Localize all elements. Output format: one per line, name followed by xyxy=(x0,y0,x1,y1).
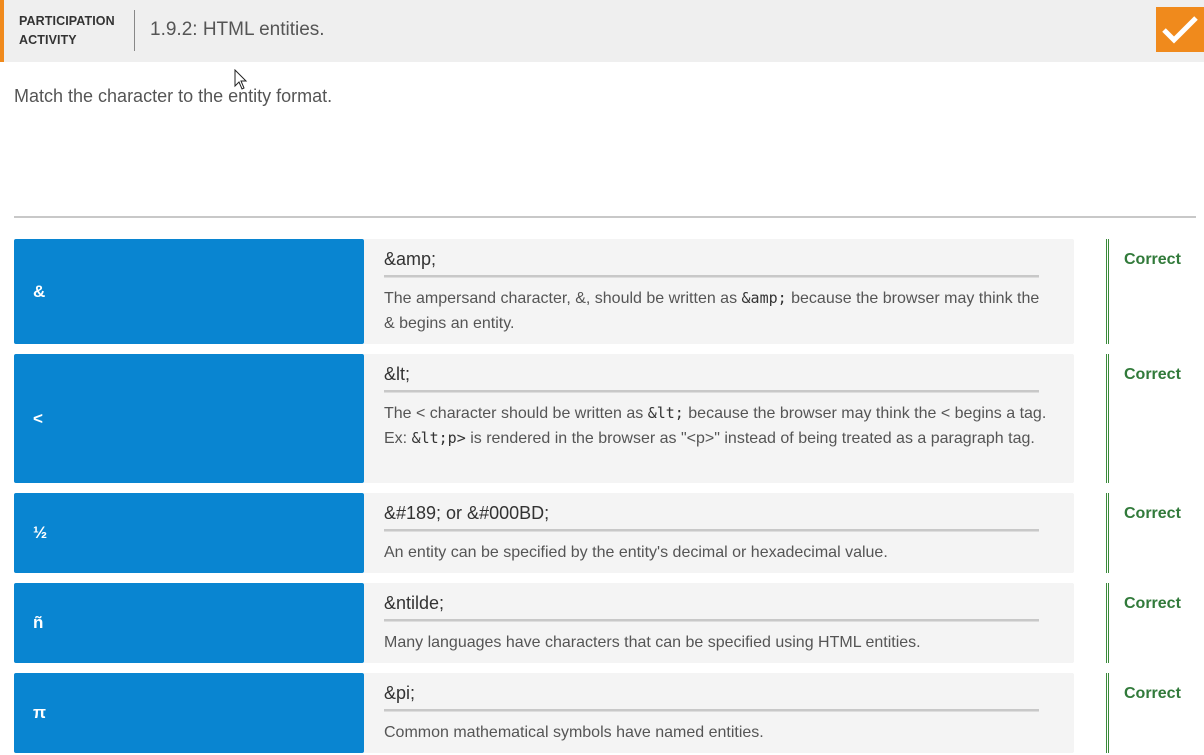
bucket-underline xyxy=(384,709,1039,712)
explanation-segment: Many languages have characters that can … xyxy=(384,634,921,651)
status-indicator-bar xyxy=(1106,493,1109,573)
match-row: ½ &#189; or &#000BD; An entity can be spec… xyxy=(14,493,1204,573)
explanation-segment: Common mathematical symbols have named e… xyxy=(384,724,764,741)
activity-type-line1: PARTICIPATION xyxy=(19,14,115,28)
status-indicator-bar xyxy=(1106,673,1109,753)
activity-instructions: Match the character to the entity format… xyxy=(14,86,333,106)
explanation-segment: The < character should be written as xyxy=(384,405,648,422)
answer-bucket[interactable]: &pi; Common mathematical symbols have nam… xyxy=(364,673,1074,753)
explanation-segment: An entity can be specified by the entity… xyxy=(384,544,888,561)
correct-status: Correct xyxy=(1124,595,1181,612)
activity-type-line2: ACTIVITY xyxy=(19,33,77,47)
answer-bucket[interactable]: &lt; The < character should be written as… xyxy=(364,354,1074,483)
header-divider xyxy=(134,10,135,51)
answer-bucket[interactable]: &#189; or &#000BD; An entity can be speci… xyxy=(364,493,1074,573)
entity-definition: &#189; or &#000BD; xyxy=(384,503,550,523)
answer-bucket[interactable]: &amp; The ampersand character, &, should … xyxy=(364,239,1074,344)
term-character: & xyxy=(33,281,46,301)
explanation-text: The < character should be written as &lt… xyxy=(384,401,1049,451)
draggable-term[interactable]: < xyxy=(14,354,364,483)
explanation-text: Common mathematical symbols have named e… xyxy=(384,720,1049,745)
bucket-underline xyxy=(384,529,1039,532)
correct-status: Correct xyxy=(1124,685,1181,702)
code-snippet: &lt; xyxy=(647,404,684,422)
correct-status: Correct xyxy=(1124,366,1181,383)
code-snippet: &lt;p> xyxy=(411,429,466,447)
activity-header: PARTICIPATION ACTIVITY 1.9.2: HTML entit… xyxy=(0,0,1204,62)
entity-definition: &pi; xyxy=(384,683,416,703)
correct-status: Correct xyxy=(1124,251,1181,268)
match-row: < &lt; The < character should be written a… xyxy=(14,354,1204,483)
term-character: ½ xyxy=(33,523,48,542)
status-indicator-bar xyxy=(1106,583,1109,663)
match-row: & &amp; The ampersand character, &, should… xyxy=(14,239,1204,344)
term-character: < xyxy=(33,408,43,428)
activity-type-label: PARTICIPATION ACTIVITY xyxy=(19,12,129,50)
match-row: π &pi; Common mathematical symbols have na… xyxy=(14,673,1204,753)
bucket-underline xyxy=(384,619,1039,622)
match-row: ñ &ntilde; Many languages have characters … xyxy=(14,583,1204,663)
code-snippet: &amp; xyxy=(741,289,787,307)
term-character: π xyxy=(33,703,47,722)
entity-definition: &lt; xyxy=(384,364,411,384)
answer-bucket[interactable]: &ntilde; Many languages have characters t… xyxy=(364,583,1074,663)
draggable-term[interactable]: & xyxy=(14,239,364,344)
status-indicator-bar xyxy=(1106,239,1109,344)
explanation-segment: is rendered in the browser as "<p>" inst… xyxy=(465,430,1035,447)
draggable-term[interactable]: ½ xyxy=(14,493,364,573)
entity-definition: &amp; xyxy=(384,249,437,269)
entity-definition: &ntilde; xyxy=(384,593,445,613)
term-character: ñ xyxy=(33,613,44,632)
explanation-text: An entity can be specified by the entity… xyxy=(384,540,1049,565)
explanation-text: Many languages have characters that can … xyxy=(384,630,1049,655)
completion-badge xyxy=(1156,7,1204,52)
explanation-segment: The ampersand character, &, should be wr… xyxy=(384,290,742,307)
status-indicator-bar xyxy=(1106,354,1109,483)
checkmark-icon xyxy=(1162,16,1198,44)
bucket-underline xyxy=(384,390,1039,393)
explanation-text: The ampersand character, &, should be wr… xyxy=(384,286,1049,336)
activity-title: 1.9.2: HTML entities. xyxy=(150,19,325,40)
draggable-term[interactable]: π xyxy=(14,673,364,753)
bucket-underline xyxy=(384,275,1039,278)
draggable-term[interactable]: ñ xyxy=(14,583,364,663)
section-divider xyxy=(14,216,1196,218)
correct-status: Correct xyxy=(1124,505,1181,522)
